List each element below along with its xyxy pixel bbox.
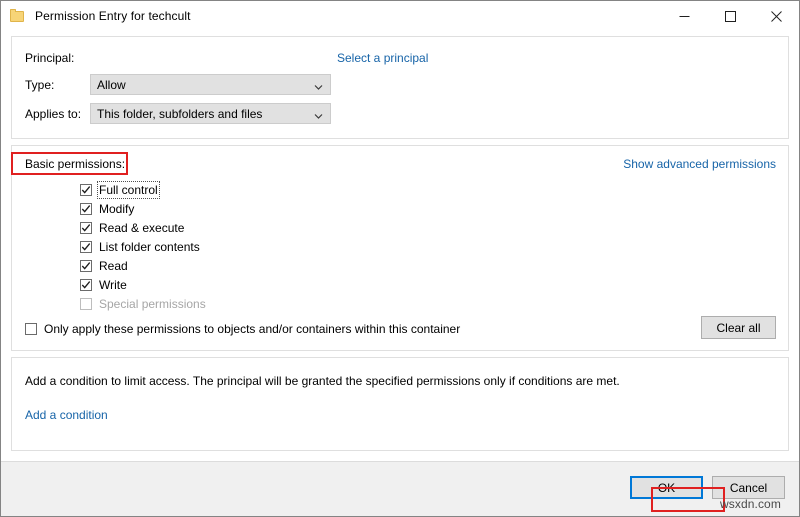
permission-label: Read & execute — [99, 220, 185, 235]
permission-row-list-folder-contents[interactable]: List folder contents — [80, 237, 206, 256]
chevron-down-icon — [314, 80, 323, 90]
dialog-body: Principal: Select a principal Type: Allo… — [1, 31, 799, 461]
type-label: Type: — [25, 77, 55, 92]
permission-label: Modify — [99, 201, 135, 216]
cancel-button[interactable]: Cancel — [712, 476, 785, 499]
only-apply-row[interactable]: Only apply these permissions to objects … — [25, 322, 460, 336]
permission-row-full-control[interactable]: Full control — [80, 180, 206, 199]
window-title: Permission Entry for techcult — [35, 9, 191, 23]
permissions-panel: Basic permissions: Show advanced permiss… — [11, 145, 789, 351]
permission-checkbox-list: Full control Modify Read & execute List fol… — [80, 180, 206, 313]
condition-description: Add a condition to limit access. The pri… — [25, 374, 620, 388]
minimize-icon[interactable] — [661, 1, 707, 31]
permission-label: Full control — [97, 180, 160, 199]
permission-row-special-permissions: Special permissions — [80, 294, 206, 313]
applies-to-dropdown[interactable]: This folder, subfolders and files — [90, 103, 331, 124]
permission-row-read[interactable]: Read — [80, 256, 206, 275]
only-apply-checkbox[interactable] — [25, 323, 37, 335]
applies-to-label: Applies to: — [25, 106, 82, 121]
principal-label: Principal: — [25, 51, 75, 65]
checkbox-1[interactable] — [80, 202, 92, 215]
permission-row-modify[interactable]: Modify — [80, 199, 206, 218]
chevron-down-icon — [314, 109, 323, 119]
checkbox-6 — [80, 297, 92, 310]
watermark: wsxdn.com — [720, 497, 781, 511]
clear-all-button[interactable]: Clear all — [701, 316, 776, 339]
ok-button[interactable]: OK — [630, 476, 703, 499]
maximize-icon[interactable] — [707, 1, 753, 31]
permission-label: List folder contents — [99, 239, 200, 254]
permission-label: Special permissions — [99, 296, 206, 311]
close-icon[interactable] — [753, 1, 799, 31]
type-dropdown[interactable]: Allow — [90, 74, 331, 95]
window-controls — [661, 1, 799, 31]
type-row: Type: Allow — [25, 74, 331, 95]
show-advanced-permissions-link[interactable]: Show advanced permissions — [623, 157, 776, 171]
principal-panel: Principal: Select a principal Type: Allo… — [11, 36, 789, 139]
permission-row-write[interactable]: Write — [80, 275, 206, 294]
checkbox-2[interactable] — [80, 221, 92, 234]
folder-icon — [10, 8, 26, 24]
title-bar: Permission Entry for techcult — [1, 1, 799, 31]
permission-label: Read — [99, 258, 128, 273]
checkbox-4[interactable] — [80, 259, 92, 272]
permission-row-read-execute[interactable]: Read & execute — [80, 218, 206, 237]
select-principal-link[interactable]: Select a principal — [337, 51, 428, 65]
permission-entry-dialog: Permission Entry for techcult Principal:… — [0, 0, 800, 517]
type-value: Allow — [97, 77, 126, 92]
basic-permissions-label: Basic permissions: — [25, 157, 126, 171]
principal-row: Principal: — [25, 51, 90, 65]
checkbox-3[interactable] — [80, 240, 92, 253]
permission-label: Write — [99, 277, 127, 292]
condition-panel: Add a condition to limit access. The pri… — [11, 357, 789, 451]
checkbox-0[interactable] — [80, 183, 92, 196]
applies-to-row: Applies to: This folder, subfolders and … — [25, 103, 331, 124]
checkbox-5[interactable] — [80, 278, 92, 291]
dialog-footer: OK Cancel — [1, 461, 799, 516]
only-apply-label: Only apply these permissions to objects … — [44, 322, 461, 336]
applies-to-value: This folder, subfolders and files — [97, 106, 263, 121]
add-condition-link[interactable]: Add a condition — [25, 408, 108, 422]
